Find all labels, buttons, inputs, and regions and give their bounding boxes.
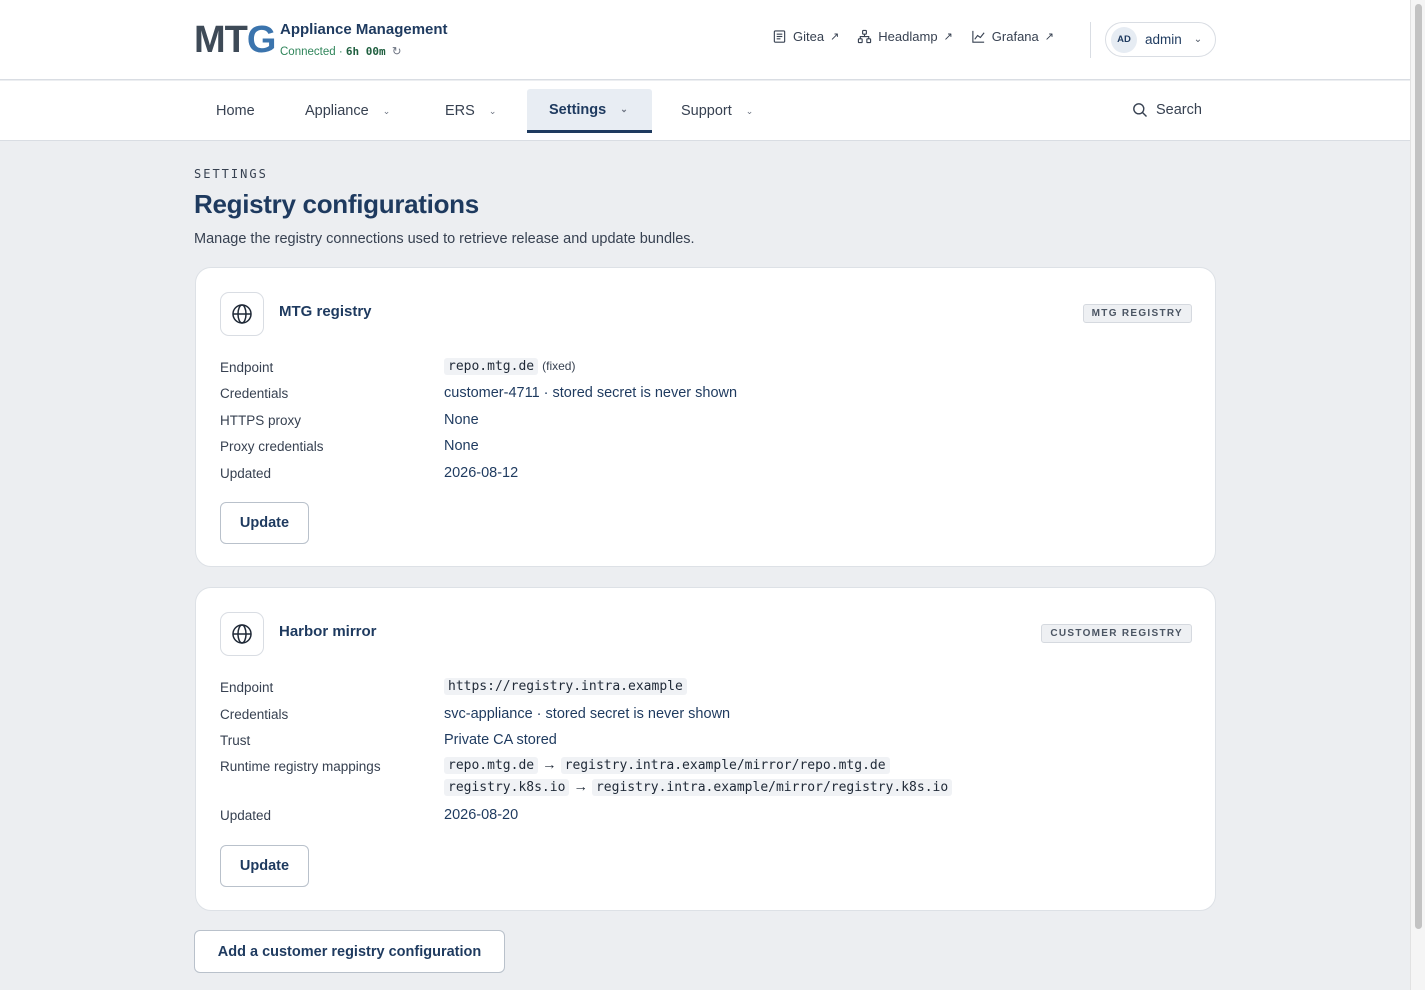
add-registry-button[interactable]: Add a customer registry configuration <box>194 930 505 973</box>
main-nav: Home Appliance ⌄ ERS ⌄ Settings ⌄ Support ⌄ … <box>0 81 1410 141</box>
updated-label: Updated <box>220 808 272 823</box>
chevron-down-icon: ⌄ <box>382 105 391 116</box>
nav-settings-label: Settings <box>549 101 607 118</box>
nav-ers[interactable]: ERS ⌄ <box>423 89 518 133</box>
registry-card-harbor: Harbor mirror CUSTOMER REGISTRY Endpoint… <box>195 587 1216 911</box>
updated-value: 2026-08-20 <box>444 807 519 823</box>
headlamp-label: Headlamp <box>878 29 938 44</box>
chevron-down-icon: ⌄ <box>488 105 497 116</box>
external-link-icon: ↗ <box>943 31 953 43</box>
trust-label: Trust <box>220 733 251 748</box>
scrollbar[interactable] <box>1410 0 1425 990</box>
chart-icon <box>972 30 985 43</box>
grafana-link[interactable]: Grafana ↗ <box>971 29 1054 44</box>
external-link-icon: ↗ <box>1044 31 1054 43</box>
endpoint-note: (fixed) <box>542 359 576 373</box>
nav-appliance-label: Appliance <box>305 103 369 119</box>
trust-value: Private CA stored <box>444 732 557 748</box>
grafana-label: Grafana <box>991 29 1039 44</box>
mapping-row: registry.k8s.io → registry.intra.example… <box>444 779 953 796</box>
headlamp-link[interactable]: Headlamp ↗ <box>857 29 953 44</box>
external-links: Gitea ↗ Headlamp ↗ Grafana ↗ <box>772 29 1054 44</box>
arrow-right-icon: → <box>573 779 588 795</box>
updated-label: Updated <box>220 466 272 481</box>
user-name: admin <box>1145 32 1182 47</box>
chevron-down-icon: ⌄ <box>1193 34 1203 45</box>
credentials-value: customer-4711 · stored secret is never s… <box>444 385 738 401</box>
logo[interactable]: MTG <box>194 20 276 60</box>
endpoint-label: Endpoint <box>220 680 274 695</box>
document-icon <box>773 30 786 43</box>
app-title: Appliance Management <box>280 21 448 38</box>
credentials-label: Credentials <box>220 386 289 401</box>
proxy-value: None <box>444 412 479 428</box>
gitea-link[interactable]: Gitea ↗ <box>772 29 839 44</box>
chevron-down-icon: ⌄ <box>620 104 628 114</box>
proxy-credentials-value: None <box>444 438 479 454</box>
cluster-icon <box>858 29 872 44</box>
refresh-icon[interactable]: ↻ <box>392 46 402 58</box>
credentials-value: svc-appliance · stored secret is never s… <box>444 706 731 722</box>
nav-settings[interactable]: Settings ⌄ <box>527 89 652 133</box>
update-button[interactable]: Update <box>220 845 309 887</box>
update-button[interactable]: Update <box>220 502 309 544</box>
scrollbar-thumb[interactable] <box>1415 4 1422 929</box>
registry-type-badge: MTG REGISTRY <box>1082 304 1192 323</box>
nav-support-label: Support <box>681 103 732 119</box>
search-button[interactable]: Search <box>1132 102 1202 118</box>
connection-status: Connected · 6h 00m ↻ <box>280 44 401 58</box>
avatar: AD <box>1111 26 1137 53</box>
nav-home[interactable]: Home <box>194 89 277 133</box>
top-header: MTG Appliance Management Connected · 6h … <box>0 0 1410 80</box>
uptime: 6h 00m <box>345 45 386 58</box>
mapping-row: repo.mtg.de → registry.intra.example/mir… <box>444 757 890 774</box>
page-subtitle: Manage the registry connections used to … <box>194 231 695 247</box>
endpoint-value: repo.mtg.de (fixed) <box>444 358 576 375</box>
registry-type-badge: CUSTOMER REGISTRY <box>1041 624 1192 643</box>
gitea-label: Gitea <box>793 29 825 44</box>
globe-icon <box>220 612 264 656</box>
mapping-source: registry.k8s.io <box>444 779 570 796</box>
globe-icon <box>220 292 264 336</box>
endpoint-value: https://registry.intra.example <box>444 678 687 695</box>
page-title: Registry configurations <box>194 189 479 219</box>
nav-home-label: Home <box>216 103 255 119</box>
nav-ers-label: ERS <box>445 103 475 119</box>
page-eyebrow: SETTINGS <box>194 167 268 181</box>
search-icon <box>1133 103 1147 117</box>
registry-card-mtg: MTG registry MTG REGISTRY Endpoint repo.… <box>195 267 1216 567</box>
status-label: Connected · <box>280 46 343 58</box>
user-menu[interactable]: AD admin ⌄ <box>1105 22 1216 57</box>
endpoint-code: https://registry.intra.example <box>444 678 687 695</box>
nav-appliance[interactable]: Appliance ⌄ <box>283 89 412 133</box>
nav-support[interactable]: Support ⌄ <box>659 89 775 133</box>
credentials-label: Credentials <box>220 707 289 722</box>
proxy-label: HTTPS proxy <box>220 413 302 428</box>
search-label: Search <box>1156 102 1202 118</box>
mapping-target: registry.intra.example/mirror/registry.k… <box>591 779 953 796</box>
mapping-target: registry.intra.example/mirror/repo.mtg.d… <box>560 757 890 774</box>
updated-value: 2026-08-12 <box>444 465 519 481</box>
registry-name: Harbor mirror <box>279 623 377 640</box>
header-divider <box>1090 22 1091 58</box>
registry-name: MTG registry <box>279 303 372 320</box>
endpoint-label: Endpoint <box>220 360 274 375</box>
mapping-source: repo.mtg.de <box>444 757 539 774</box>
arrow-right-icon: → <box>542 757 557 773</box>
chevron-down-icon: ⌄ <box>745 105 754 116</box>
external-link-icon: ↗ <box>830 31 840 43</box>
proxy-credentials-label: Proxy credentials <box>220 439 324 454</box>
endpoint-code: repo.mtg.de <box>444 358 539 375</box>
mappings-label: Runtime registry mappings <box>220 759 381 774</box>
